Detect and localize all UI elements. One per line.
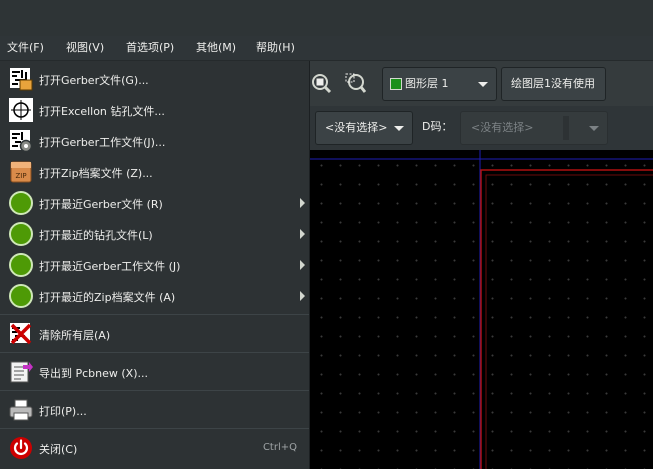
menu-item-label: 打开最近的钻孔文件(L)	[39, 229, 153, 242]
menu-separator	[0, 352, 309, 353]
menu-item-recent-gerber-job[interactable]: 打开最近Gerber工作文件 (J)	[0, 250, 309, 280]
board-drawing	[309, 150, 653, 469]
menu-item-label: 关闭(C)	[39, 443, 78, 456]
menu-item-clear-layers[interactable]: 清除所有层(A)	[0, 317, 309, 351]
menu-separator	[0, 390, 309, 391]
recent-clock-icon	[9, 253, 33, 277]
menu-item-close[interactable]: 关闭(C) Ctrl+Q	[0, 431, 309, 465]
dcode-combo-divider	[563, 116, 569, 140]
menu-separator	[0, 314, 309, 315]
shortcut-label: Ctrl+Q	[262, 442, 297, 453]
menu-item-open-excellon[interactable]: 打开Excellon 钻孔文件...	[0, 95, 309, 125]
menu-item-label: 打开最近的Zip档案文件 (A)	[39, 291, 176, 304]
recent-clock-icon	[9, 191, 33, 215]
menu-item-label: 导出到 Pcbnew (X)...	[39, 367, 149, 380]
board-outline-inner	[485, 174, 653, 469]
zip-icon: ZIP	[10, 161, 32, 183]
menu-item-label: 清除所有层(A)	[39, 329, 111, 342]
layer-color-swatch	[390, 78, 402, 90]
board-outline	[480, 169, 653, 469]
menu-file[interactable]: 文件(F)	[7, 40, 44, 56]
menu-item-print[interactable]: 打印(P)...	[0, 393, 309, 427]
menu-item-open-zip[interactable]: ZIP 打开Zip档案文件 (Z)...	[0, 157, 309, 187]
menu-item-recent-drill[interactable]: 打开最近的钻孔文件(L)	[0, 219, 309, 249]
clear-layers-icon	[10, 323, 32, 345]
selection-combo[interactable]: <没有选择>	[315, 111, 413, 145]
menu-item-export-pcbnew[interactable]: 导出到 Pcbnew (X)...	[0, 355, 309, 389]
recent-clock-icon	[9, 284, 33, 308]
menu-help[interactable]: 帮助(H)	[256, 40, 295, 56]
submenu-arrow-icon	[300, 291, 305, 301]
menu-preferences[interactable]: 首选项(P)	[126, 40, 174, 56]
menu-item-label: 打印(P)...	[39, 405, 87, 418]
export-pcbnew-icon	[10, 361, 33, 383]
menu-other[interactable]: 其他(M)	[196, 40, 236, 56]
submenu-arrow-icon	[300, 260, 305, 270]
menu-item-label: 打开最近Gerber文件 (R)	[39, 198, 163, 211]
menu-item-label: 打开Excellon 钻孔文件...	[39, 105, 165, 118]
menu-item-label: 打开Zip档案文件 (Z)...	[39, 167, 153, 180]
dcode-combo[interactable]: <没有选择>	[460, 111, 608, 145]
recent-clock-icon	[9, 222, 33, 246]
file-menu: 打开Gerber文件(G)... 打开Excellon 钻孔文件... 打开Ge…	[0, 61, 310, 469]
menu-item-label: 打开最近Gerber工作文件 (J)	[39, 260, 181, 273]
menu-item-recent-gerber[interactable]: 打开最近Gerber文件 (R)	[0, 188, 309, 218]
gerber-job-icon	[10, 130, 33, 153]
drill-file-icon	[9, 98, 33, 122]
chevron-down-icon	[478, 82, 488, 87]
layer-info-label: 绘图层1没有使用	[511, 77, 595, 90]
layer-select[interactable]: 图形层 1	[382, 67, 497, 101]
dcode-combo-label: <没有选择>	[471, 121, 534, 134]
menu-bar: 文件(F) 视图(V) 首选项(P) 其他(M) 帮助(H)	[0, 36, 653, 61]
menu-item-open-gerber-job[interactable]: 打开Gerber工作文件(J)...	[0, 126, 309, 156]
chevron-down-icon	[394, 126, 404, 131]
menu-item-label: 打开Gerber工作文件(J)...	[39, 136, 166, 149]
menu-item-open-gerber[interactable]: 打开Gerber文件(G)...	[0, 64, 309, 94]
menu-separator	[0, 428, 309, 429]
selection-combo-label: <没有选择>	[325, 121, 388, 134]
dcode-label: D码：	[422, 120, 453, 133]
submenu-arrow-icon	[300, 198, 305, 208]
printer-icon	[9, 399, 33, 421]
layer-info-button[interactable]: 绘图层1没有使用	[501, 67, 606, 101]
gerber-file-icon	[10, 68, 33, 91]
title-bar	[0, 0, 653, 36]
submenu-arrow-icon	[300, 229, 305, 239]
menu-view[interactable]: 视图(V)	[66, 40, 104, 56]
layer-select-label: 图形层 1	[405, 77, 449, 90]
menu-item-label: 打开Gerber文件(G)...	[39, 74, 149, 87]
zoom-selection-icon[interactable]	[344, 72, 366, 94]
power-icon	[10, 437, 32, 459]
zoom-fit-icon[interactable]	[310, 72, 332, 94]
chevron-down-icon	[589, 126, 599, 131]
svg-text:ZIP: ZIP	[15, 172, 26, 180]
menu-item-recent-zip[interactable]: 打开最近的Zip档案文件 (A)	[0, 281, 309, 311]
